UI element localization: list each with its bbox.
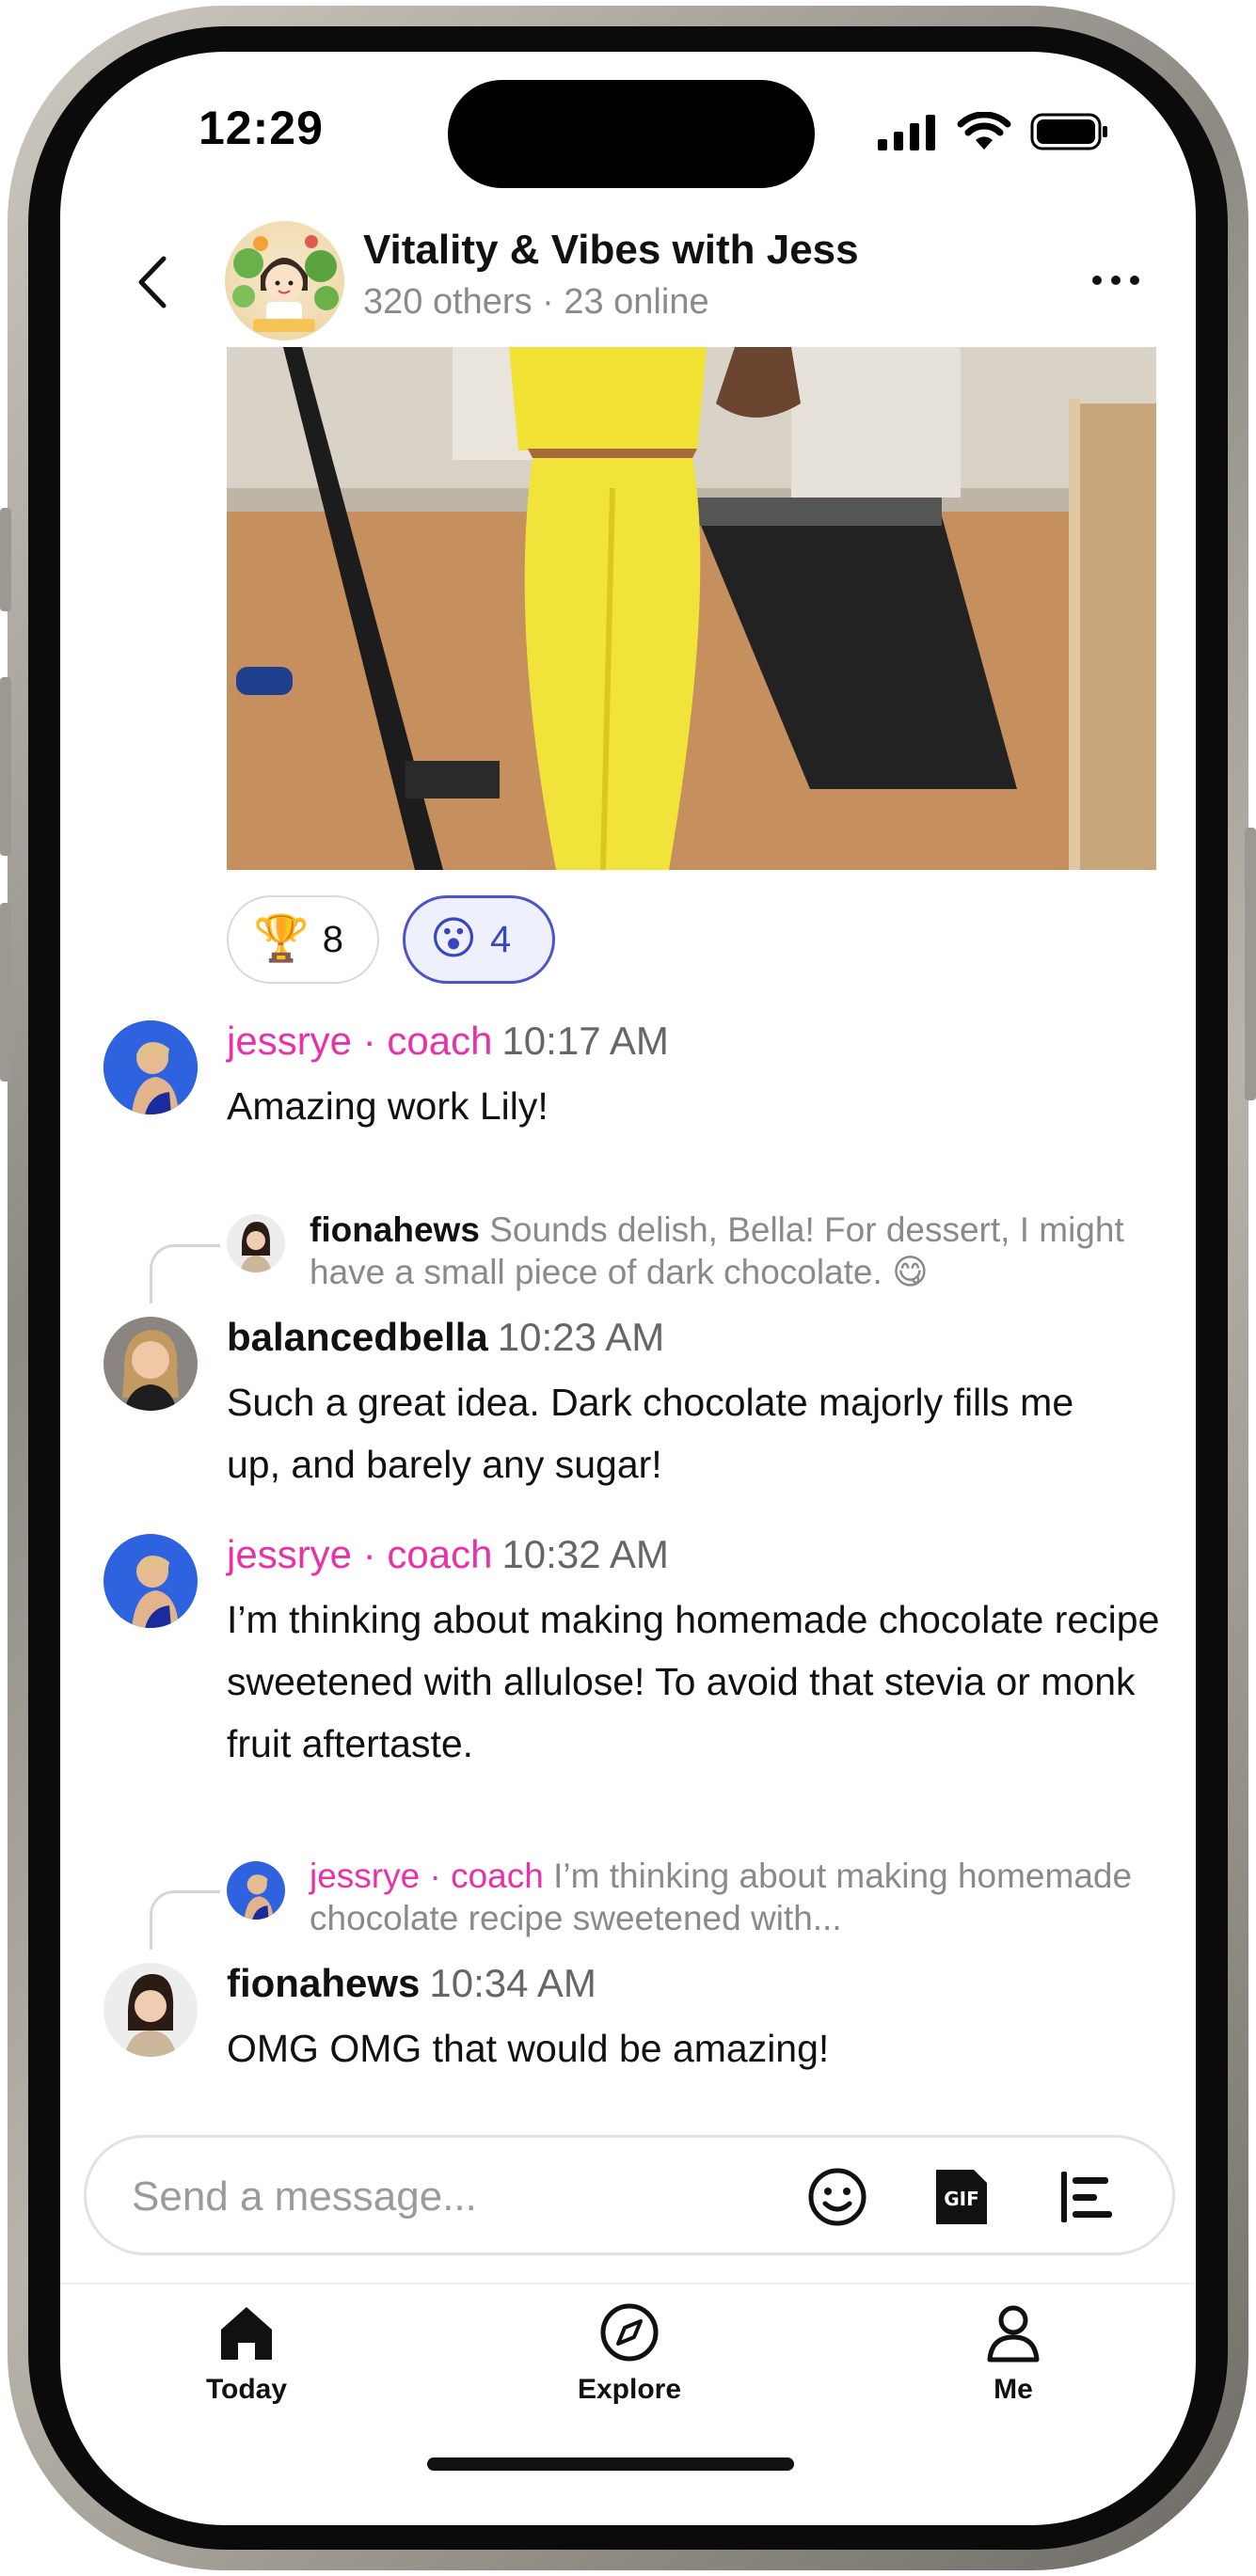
reaction-trophy[interactable]: 🏆 8 bbox=[227, 895, 379, 984]
message-text: I’m thinking about making homemade choco… bbox=[227, 1598, 1160, 1765]
person-icon bbox=[987, 2305, 1040, 2363]
smiley-icon bbox=[808, 2168, 866, 2226]
reply-coach-badge: · coach bbox=[420, 1857, 544, 1895]
tab-label: Me bbox=[994, 2374, 1033, 2405]
fionahews-avatar-image bbox=[227, 1214, 285, 1272]
message-text: Amazing work Lily! bbox=[227, 1084, 549, 1128]
message-header: jessrye · coach 10:17 AM bbox=[227, 1019, 669, 1064]
emoji-button[interactable] bbox=[806, 2166, 868, 2228]
group-illustration-icon bbox=[232, 235, 339, 332]
more-options-button[interactable] bbox=[1083, 266, 1149, 294]
poll-button[interactable] bbox=[1056, 2166, 1118, 2228]
message-time: 10:32 AM bbox=[501, 1532, 669, 1576]
avatar-jessrye[interactable] bbox=[103, 1020, 198, 1114]
reply-username: fionahews bbox=[310, 1210, 480, 1249]
tab-label: Explore bbox=[577, 2374, 682, 2405]
reaction-surprised[interactable]: 😮 4 bbox=[403, 895, 555, 984]
gif-icon: GIF bbox=[936, 2170, 987, 2224]
ellipsis-icon bbox=[1092, 276, 1139, 285]
tab-today[interactable]: Today bbox=[152, 2301, 341, 2406]
phone-volume-down-button bbox=[0, 903, 11, 1082]
avatar-jessrye[interactable] bbox=[103, 1534, 198, 1628]
message-header: fionahews 10:34 AM bbox=[227, 1961, 596, 2006]
gif-button[interactable]: GIF bbox=[930, 2166, 993, 2228]
reply-preview[interactable]: jessrye · coach I’m thinking about makin… bbox=[310, 1855, 1166, 1939]
reaction-count: 8 bbox=[322, 918, 344, 960]
message-time: 10:17 AM bbox=[501, 1019, 669, 1063]
tab-label: Today bbox=[205, 2374, 288, 2405]
username[interactable]: balancedbella bbox=[227, 1315, 488, 1359]
coach-badge: · coach bbox=[352, 1532, 493, 1576]
compass-icon bbox=[600, 2303, 659, 2362]
group-avatar[interactable] bbox=[225, 221, 344, 340]
message-time: 10:34 AM bbox=[429, 1961, 596, 2005]
username[interactable]: jessrye bbox=[227, 1532, 352, 1576]
avatar-fionahews-small bbox=[227, 1214, 285, 1272]
trophy-icon: 🏆 bbox=[253, 914, 310, 964]
message-composer: GIF bbox=[84, 2135, 1175, 2255]
avatar-fionahews[interactable] bbox=[103, 1963, 198, 2057]
wifi-icon bbox=[957, 112, 1011, 150]
battery-icon bbox=[1030, 113, 1107, 150]
tab-me[interactable]: Me bbox=[919, 2301, 1107, 2406]
gif-label: GIF bbox=[944, 2188, 979, 2210]
surprised-face-icon: 😮 bbox=[430, 914, 478, 964]
username[interactable]: fionahews bbox=[227, 1961, 420, 2005]
coach-badge: · coach bbox=[352, 1019, 493, 1063]
message-time: 10:23 AM bbox=[497, 1315, 665, 1359]
avatar-jessrye-small bbox=[227, 1861, 285, 1920]
avatar-balancedbella[interactable] bbox=[103, 1317, 198, 1411]
gym-selfie-image bbox=[227, 347, 1156, 870]
tabbar-divider bbox=[60, 2283, 1196, 2284]
reply-preview[interactable]: fionahews Sounds delish, Bella! For dess… bbox=[310, 1209, 1166, 1293]
back-button[interactable] bbox=[126, 249, 183, 315]
message-input[interactable] bbox=[130, 2166, 792, 2228]
status-icons bbox=[878, 112, 1109, 151]
reply-thread-line bbox=[150, 1890, 220, 1950]
chevron-left-icon bbox=[138, 256, 167, 308]
jessrye-avatar-image bbox=[103, 1534, 198, 1628]
fionahews-avatar-image bbox=[103, 1963, 198, 2057]
cellular-signal-icon bbox=[878, 115, 935, 150]
reply-thread-line bbox=[150, 1244, 220, 1304]
balancedbella-avatar-image bbox=[103, 1317, 198, 1411]
app-screen: 12:29 Vitality & Vibes with Jess 320 oth… bbox=[60, 52, 1196, 2525]
status-time: 12:29 bbox=[199, 102, 324, 154]
message-header: balancedbella 10:23 AM bbox=[227, 1315, 664, 1360]
home-indicator bbox=[427, 2457, 794, 2471]
phone-action-button bbox=[0, 508, 11, 611]
poll-icon bbox=[1061, 2172, 1112, 2222]
message-header: jessrye · coach 10:32 AM bbox=[227, 1532, 669, 1577]
reaction-count: 4 bbox=[490, 918, 512, 960]
group-member-count: 320 others · 23 online bbox=[363, 282, 709, 322]
shared-photo[interactable] bbox=[227, 347, 1156, 870]
jessrye-avatar-image bbox=[103, 1020, 198, 1114]
phone-volume-up-button bbox=[0, 677, 11, 856]
message-text: OMG OMG that would be amazing! bbox=[227, 2027, 830, 2070]
home-icon bbox=[221, 2307, 272, 2360]
message-text: Such a great idea. Dark chocolate majorl… bbox=[227, 1381, 1074, 1486]
dynamic-island bbox=[448, 80, 815, 188]
username[interactable]: jessrye bbox=[227, 1019, 352, 1063]
jessrye-avatar-image bbox=[227, 1861, 285, 1920]
phone-power-button bbox=[1245, 828, 1256, 1100]
group-title[interactable]: Vitality & Vibes with Jess bbox=[363, 227, 859, 274]
reply-username: jessrye bbox=[310, 1857, 421, 1895]
tab-explore[interactable]: Explore bbox=[535, 2301, 723, 2406]
